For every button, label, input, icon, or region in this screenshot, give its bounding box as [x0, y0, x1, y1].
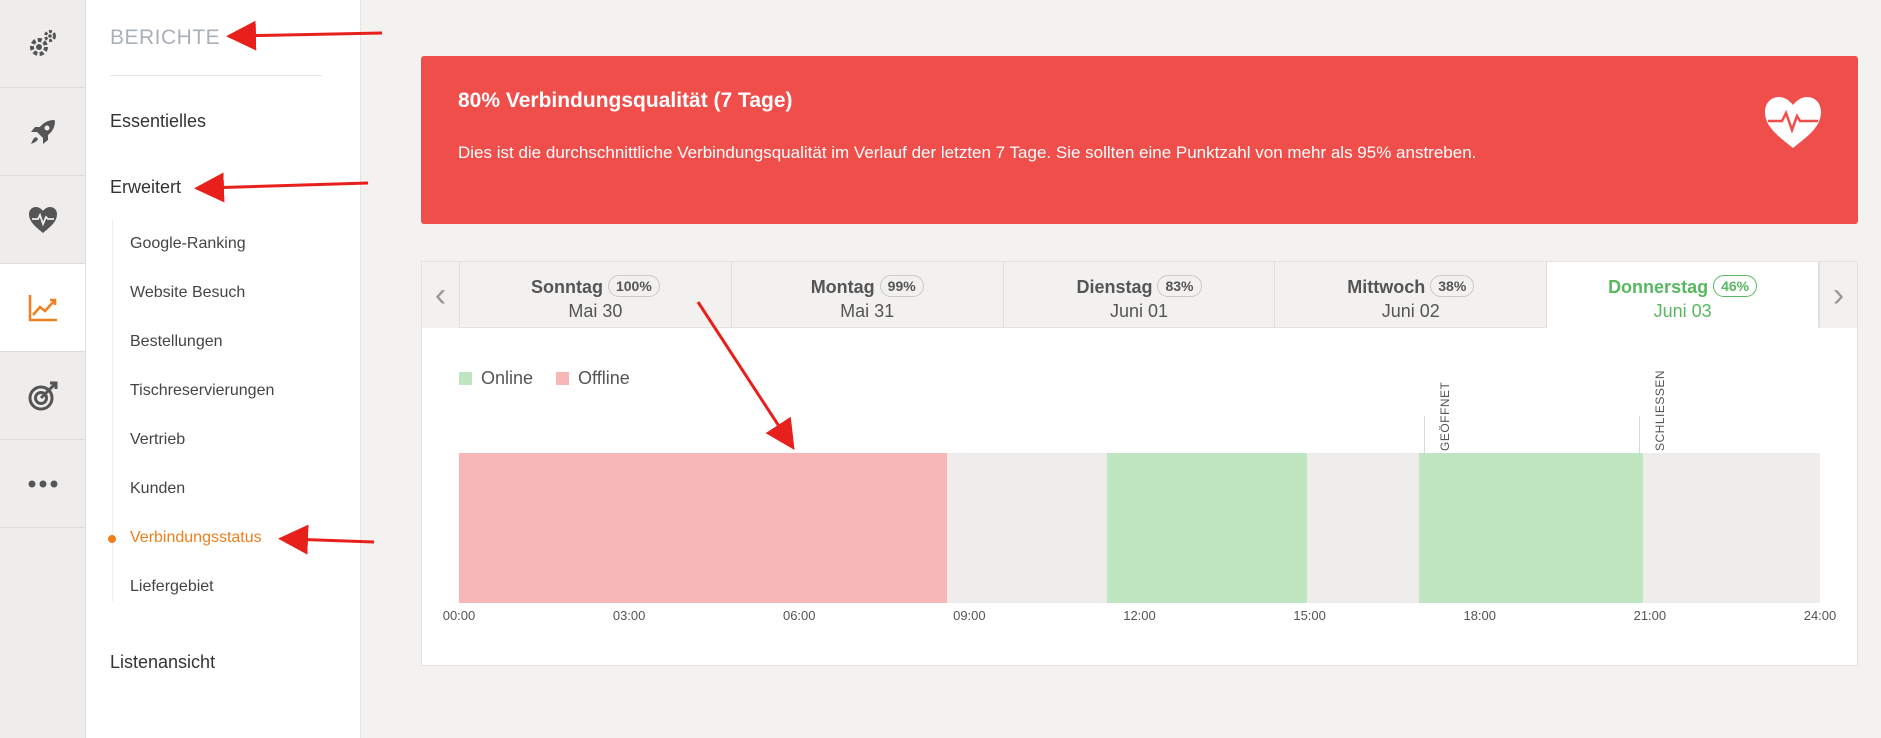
tab-day-date: Mai 30: [568, 301, 623, 321]
nav-item-google-ranking[interactable]: Google-Ranking: [130, 235, 246, 253]
gears-icon: [29, 29, 56, 56]
tab-day-sunday[interactable]: Sonntag 100% Mai 30: [460, 262, 732, 328]
legend-swatch-online: [459, 372, 472, 385]
more-icon: [28, 480, 57, 487]
nav-item-orders[interactable]: Bestellungen: [130, 333, 223, 351]
legend-item-online: Online: [459, 368, 533, 389]
prev-days-button[interactable]: ‹: [422, 262, 460, 328]
connection-quality-alert: 80% Verbindungsqualität (7 Tage) Dies is…: [421, 56, 1858, 224]
nav-section-essentials[interactable]: Essentielles: [110, 111, 206, 132]
nav-item-website-visits[interactable]: Website Besuch: [130, 284, 245, 302]
target-icon: [28, 381, 57, 410]
tab-day-name: Montag: [810, 277, 875, 297]
rail-item-reports[interactable]: [0, 264, 85, 352]
tab-day-name: Dienstag: [1076, 277, 1153, 297]
legend-swatch-offline: [556, 372, 570, 385]
tab-day-percent: 83%: [1157, 275, 1202, 297]
tab-day-name: Sonntag: [530, 277, 603, 297]
rocket-icon: [30, 119, 55, 144]
reports-nav-divider: [110, 75, 322, 76]
nav-sub-divider: [112, 220, 113, 602]
tab-day-date: Juni 02: [1381, 301, 1440, 321]
legend-label-offline: Offline: [578, 368, 630, 388]
x-tick-label: 06:00: [782, 608, 816, 623]
tab-day-percent: 100%: [607, 275, 660, 297]
rail-item-goals[interactable]: [0, 352, 85, 440]
rail-item-launch[interactable]: [0, 88, 85, 176]
tab-day-name: Mittwoch: [1347, 277, 1426, 297]
reports-nav-title: BERICHTE: [110, 26, 221, 49]
nav-item-table-reservations[interactable]: Tischreservierungen: [130, 382, 274, 400]
nav-item-connection-status[interactable]: Verbindungsstatus: [130, 529, 262, 547]
tab-day-tuesday[interactable]: Dienstag 83% Juni 01: [1004, 262, 1276, 328]
legend-item-offline: Offline: [556, 368, 630, 389]
alert-title: 80% Verbindungsqualität (7 Tage): [458, 89, 793, 112]
connection-status-panel: ‹ Sonntag 100% Mai 30 Montag 99% Mai 31 Di…: [421, 261, 1858, 666]
chart-line-icon: [28, 294, 57, 321]
nav-item-sales[interactable]: Vertrieb: [130, 431, 185, 449]
marker-label: SCHLIESSEN: [1652, 369, 1667, 451]
tab-day-percent: 99%: [879, 275, 924, 297]
heart-pulse-icon: [28, 206, 57, 233]
nav-section-list-view[interactable]: Listenansicht: [110, 652, 215, 673]
day-tabs: ‹ Sonntag 100% Mai 30 Montag 99% Mai 31 Di…: [422, 262, 1857, 328]
legend-label-online: Online: [481, 368, 534, 388]
nav-item-delivery-area[interactable]: Liefergebiet: [130, 578, 214, 596]
chevron-left-icon: ‹: [434, 275, 447, 314]
rail-item-health[interactable]: [0, 176, 85, 264]
rail-item-settings[interactable]: [0, 0, 85, 88]
tab-day-date: Juni 01: [1109, 301, 1169, 321]
tab-day-name: Donnerstag: [1608, 277, 1709, 297]
x-tick-label: 12:00: [1123, 608, 1156, 623]
x-tick-label: 09:00: [953, 608, 986, 623]
tab-day-monday[interactable]: Montag 99% Mai 31: [732, 262, 1004, 328]
x-tick-label: 15:00: [1293, 608, 1326, 623]
marker-line: [1424, 416, 1426, 453]
marker-line: [1638, 416, 1640, 453]
tab-day-percent: 38%: [1430, 275, 1475, 297]
icon-rail: [0, 0, 86, 738]
timeline-track: [459, 453, 1820, 603]
heart-pulse-icon: [1765, 97, 1821, 148]
x-tick-label: 21:00: [1633, 608, 1667, 623]
nav-section-advanced[interactable]: Erweitert: [110, 177, 181, 198]
segment-online: [1419, 453, 1644, 603]
tab-day-date: Juni 03: [1653, 301, 1712, 321]
alert-text: Dies ist die durchschnittliche Verbindun…: [458, 143, 1477, 162]
x-tick-label: 00:00: [442, 608, 476, 623]
x-tick-label: 18:00: [1463, 608, 1497, 623]
tab-day-date: Mai 31: [840, 301, 895, 321]
rail-item-more[interactable]: [0, 440, 85, 528]
segment-offline: [459, 453, 947, 603]
chart-legend: Online Offline: [459, 368, 653, 389]
tab-day-wednesday[interactable]: Mittwoch 38% Juni 02: [1275, 262, 1548, 328]
nav-item-customers[interactable]: Kunden: [130, 480, 185, 498]
tab-day-percent: 46%: [1713, 275, 1758, 297]
marker-label: GEÖFFNET: [1438, 381, 1453, 451]
segment-online: [1106, 453, 1307, 603]
tab-day-thursday[interactable]: Donnerstag 46% Juni 03: [1547, 262, 1819, 328]
x-tick-label: 03:00: [612, 608, 646, 623]
next-days-button[interactable]: ›: [1818, 262, 1857, 328]
reports-nav: BERICHTE Essentielles Erweitert Google-R…: [86, 0, 361, 738]
chevron-right-icon: ›: [1832, 275, 1845, 314]
x-tick-label: 24:00: [1803, 608, 1837, 623]
active-item-dot: [108, 535, 116, 543]
